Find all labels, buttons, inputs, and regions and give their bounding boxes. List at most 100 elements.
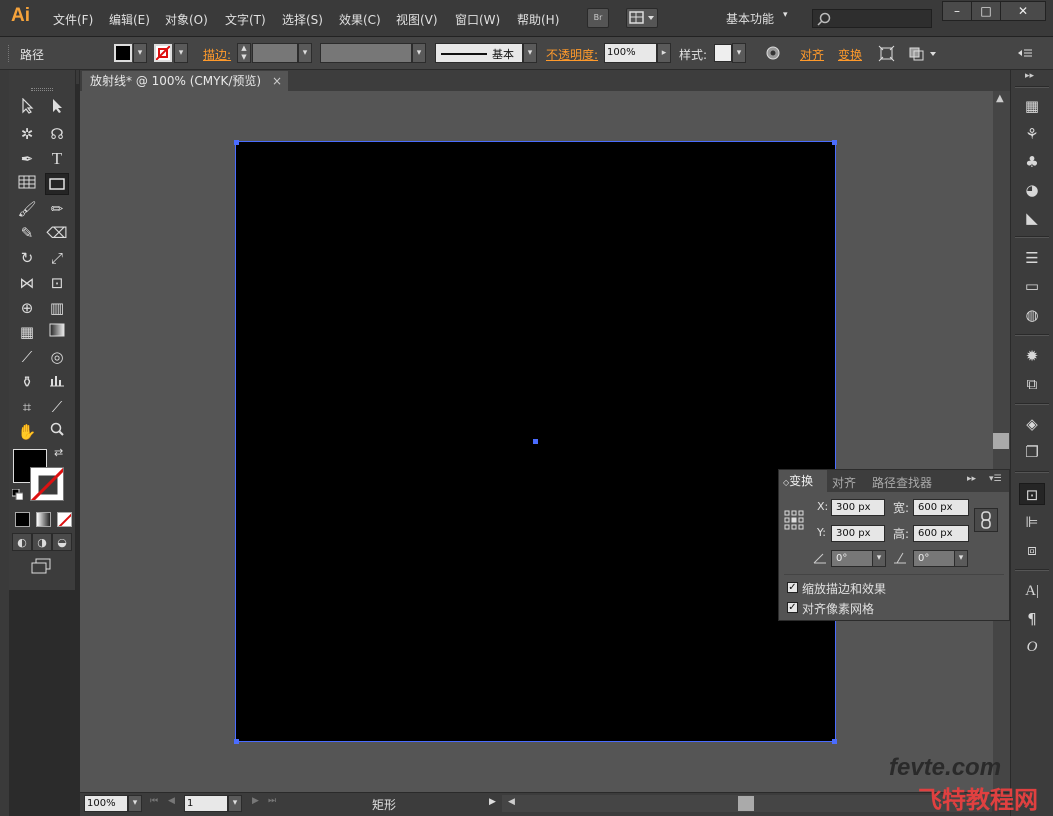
hand-tool-icon[interactable]: ✋ (15, 421, 39, 443)
gradient-panel-icon[interactable]: ▭ (1019, 275, 1045, 297)
draw-inside-icon[interactable]: ◒ (52, 533, 72, 551)
stroke-weight-dropdown[interactable]: ▾ (298, 43, 312, 63)
prev-artboard-icon[interactable]: ◀ (168, 796, 175, 806)
pathfinder-panel-icon[interactable]: ⧈ (1019, 539, 1045, 561)
panel-options-icon[interactable]: ▾☰ (989, 474, 1002, 484)
stroke-weight-field[interactable] (252, 43, 298, 63)
graphic-style-dropdown[interactable]: ▾ (732, 43, 746, 63)
minimize-button[interactable]: – (942, 1, 972, 21)
blend-tool-icon[interactable]: ◎ (45, 346, 69, 368)
align-link[interactable]: 对齐 (800, 46, 824, 63)
menu-window[interactable]: 窗口(W) (455, 11, 500, 28)
tab-align[interactable]: 对齐 (832, 474, 856, 491)
swatches-panel-icon[interactable]: ▦ (1019, 95, 1045, 117)
paintbrush-tool-icon[interactable]: 🖌 (15, 198, 39, 220)
scale-tool-icon[interactable]: ⤢ (45, 247, 69, 269)
shape-builder-icon[interactable]: ⊕ (15, 297, 39, 319)
width-tool-icon[interactable]: ⋈ (15, 272, 39, 294)
color-guide-panel-icon[interactable]: ◕ (1019, 179, 1045, 201)
brush-definition-dropdown[interactable]: ▾ (523, 43, 537, 63)
opacity-dropdown[interactable]: ▸ (657, 43, 671, 63)
gradient-tool-icon[interactable] (45, 321, 69, 343)
chevron-down-icon[interactable]: ▾ (783, 10, 788, 20)
draw-normal-icon[interactable]: ◐ (12, 533, 32, 551)
y-position-field[interactable]: 300 px (831, 525, 885, 542)
next-artboard-icon[interactable]: ▶ (252, 796, 259, 806)
fill-dropdown[interactable]: ▾ (133, 43, 147, 63)
screen-mode-icon[interactable] (29, 558, 53, 580)
rotate-dropdown[interactable]: ▾ (872, 550, 886, 567)
color-panel-icon[interactable]: ◣ (1019, 207, 1045, 229)
arrange-icon[interactable] (908, 45, 940, 62)
document-tab[interactable]: 放射线* @ 100% (CMYK/预览) × (82, 71, 288, 91)
artboard-tool-icon[interactable]: ⌗ (15, 396, 39, 418)
menu-view[interactable]: 视图(V) (396, 11, 438, 28)
gradient-mode-button[interactable] (36, 512, 51, 527)
expand-dock-icon[interactable]: ▸▸ (1025, 71, 1034, 81)
toolbar-grip[interactable] (31, 88, 53, 91)
height-field[interactable]: 600 px (913, 525, 969, 542)
magic-wand-icon[interactable]: ✲ (15, 123, 39, 145)
stroke-panel-icon[interactable]: ☰ (1019, 247, 1045, 269)
search-input[interactable] (812, 9, 932, 28)
free-transform-icon[interactable]: ⊡ (45, 272, 69, 294)
bounding-handle-tr[interactable] (832, 140, 837, 145)
color-mode-button[interactable] (15, 512, 30, 527)
maximize-button[interactable]: □ (971, 1, 1001, 21)
slice-tool-icon[interactable]: ⟋ (45, 396, 69, 418)
selection-tool-icon[interactable] (15, 97, 39, 120)
control-bar-grip[interactable] (8, 45, 11, 62)
tab-pathfinder[interactable]: 路径查找器 (872, 474, 932, 491)
appearance-panel-icon[interactable]: ✹ (1019, 345, 1045, 367)
stroke-dropdown[interactable]: ▾ (174, 43, 188, 63)
grid-tool-icon[interactable] (15, 173, 39, 195)
menu-edit[interactable]: 编辑(E) (109, 11, 150, 28)
collapse-panel-icon[interactable]: ▸▸ (967, 474, 976, 484)
graphic-style-swatch[interactable] (714, 44, 732, 62)
artboard-dropdown[interactable]: ▾ (228, 795, 242, 812)
pen-tool-icon[interactable]: ✒ (15, 148, 39, 170)
workspace-switcher[interactable]: 基本功能 (726, 10, 774, 27)
layers-panel-icon[interactable]: ◈ (1019, 413, 1045, 435)
lasso-tool-icon[interactable]: ☊ (45, 123, 69, 145)
rotate-field[interactable]: 0° (831, 550, 873, 567)
transform-link[interactable]: 变换 (838, 46, 862, 63)
zoom-dropdown[interactable]: ▾ (128, 795, 142, 812)
transparency-panel-icon[interactable]: ◍ (1019, 304, 1045, 326)
opacity-field[interactable]: 100% (604, 43, 657, 63)
shear-field[interactable]: 0° (913, 550, 955, 567)
graphic-styles-panel-icon[interactable]: ⧉ (1019, 373, 1045, 395)
perspective-grid-icon[interactable]: ▥ (45, 297, 69, 319)
rotate-tool-icon[interactable]: ↻ (15, 247, 39, 269)
zoom-tool-icon[interactable] (45, 421, 69, 443)
draw-behind-icon[interactable]: ◑ (32, 533, 52, 551)
bounding-handle-br[interactable] (832, 739, 837, 744)
opentype-panel-icon[interactable]: O (1019, 636, 1045, 658)
column-graph-icon[interactable] (45, 371, 69, 393)
dock-grip[interactable] (1015, 86, 1049, 88)
reference-point-icon[interactable] (784, 510, 804, 530)
opacity-label[interactable]: 不透明度: (546, 46, 598, 63)
menu-file[interactable]: 文件(F) (53, 11, 93, 28)
vertical-scrollbar[interactable]: ▲ (993, 91, 1010, 793)
horizontal-scroll-thumb[interactable] (738, 796, 754, 811)
stroke-swatch[interactable] (154, 44, 172, 62)
character-panel-icon[interactable]: A| (1019, 580, 1045, 602)
stroke-weight-stepper[interactable]: ▲ ▼ (237, 43, 251, 63)
default-colors-icon[interactable] (11, 488, 24, 501)
symbols-panel-icon[interactable]: ♣ (1019, 151, 1045, 173)
artboards-panel-icon[interactable]: ❐ (1019, 441, 1045, 463)
fill-swatch[interactable] (114, 44, 132, 62)
isolate-object-icon[interactable] (878, 45, 895, 62)
close-tab-icon[interactable]: × (272, 71, 282, 91)
symbol-sprayer-icon[interactable]: ⚱ (15, 371, 39, 393)
scroll-left-icon[interactable]: ◀ (508, 797, 515, 807)
stroke-color-box[interactable] (30, 467, 64, 501)
tab-transform[interactable]: ◇变换 (779, 470, 827, 492)
vertical-scroll-thumb[interactable] (993, 433, 1009, 449)
type-tool-icon[interactable]: T (45, 148, 69, 170)
artboard-number-field[interactable]: 1 (184, 795, 228, 812)
bounding-handle-tl[interactable] (234, 140, 239, 145)
menu-select[interactable]: 选择(S) (282, 11, 323, 28)
first-artboard-icon[interactable]: ⏮ (150, 796, 158, 806)
